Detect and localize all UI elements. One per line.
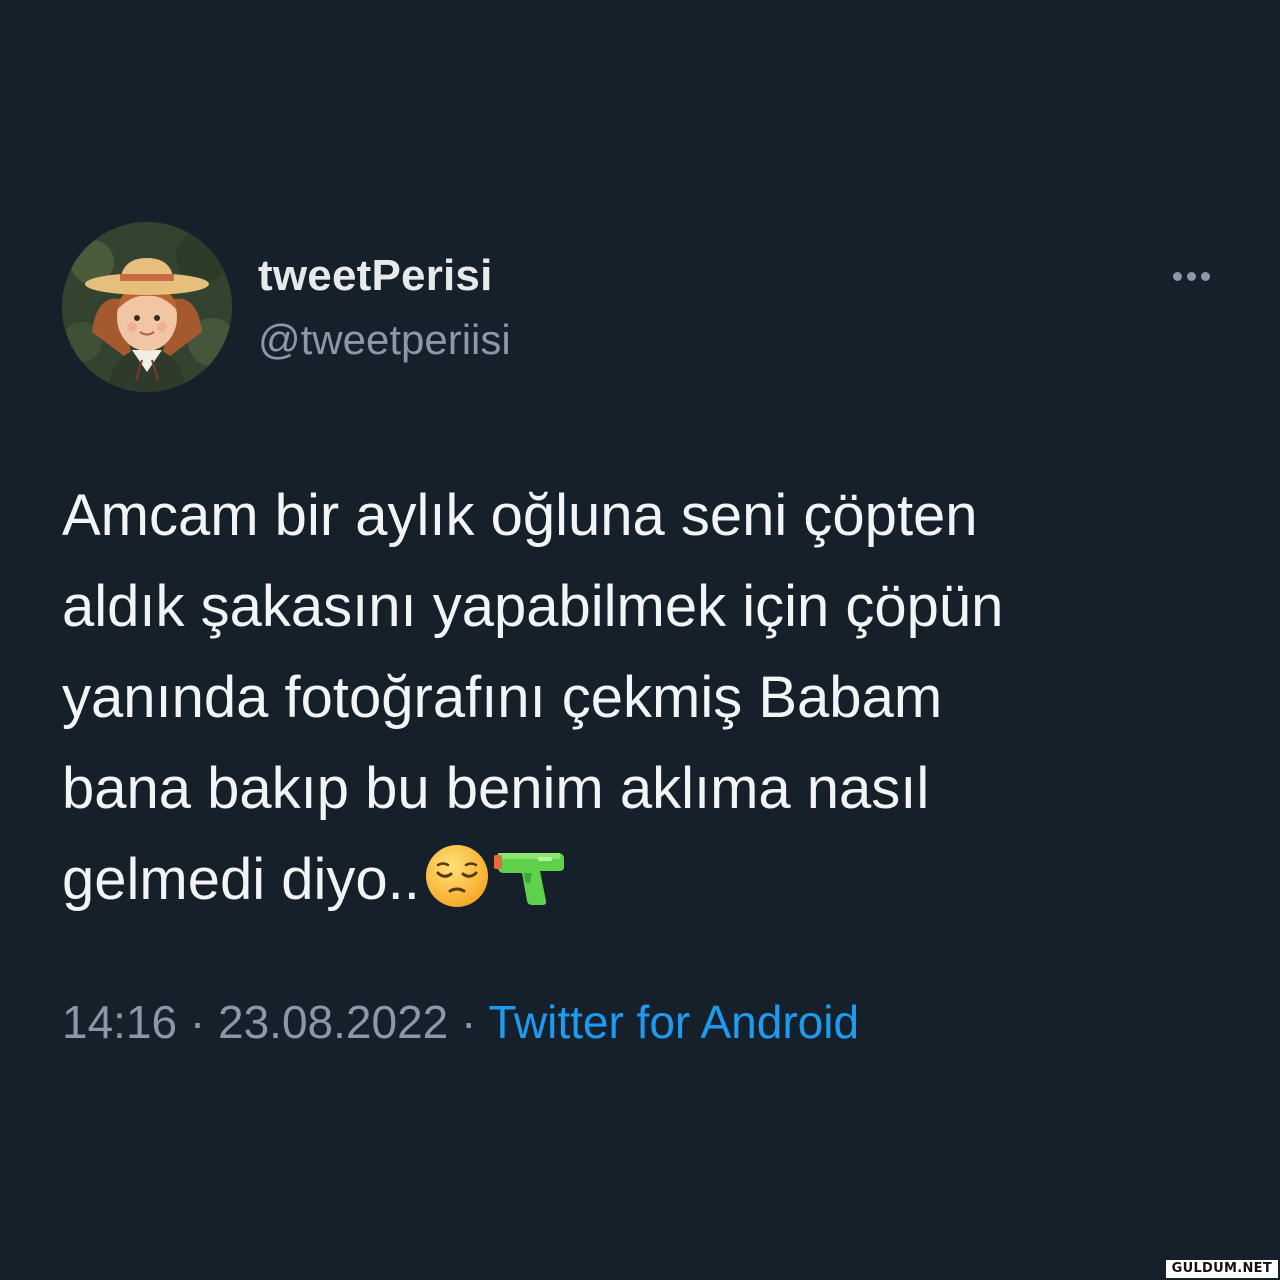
- tweet-date[interactable]: 23.08.2022: [218, 996, 448, 1048]
- tweet-text: Amcam bir aylık oğluna seni çöpten aldık…: [62, 470, 1212, 925]
- user-handle[interactable]: @tweetperiisi: [258, 312, 511, 368]
- display-name[interactable]: tweetPerisi: [258, 248, 493, 304]
- tweet-text-line: bana bakıp bu benim aklıma nasıl: [62, 756, 930, 821]
- more-dot: [1172, 271, 1182, 281]
- pensive-face-icon: [424, 843, 490, 909]
- water-pistol-icon: [493, 843, 568, 909]
- tweet-time[interactable]: 14:16: [62, 996, 177, 1048]
- tweet-text-line: aldık şakasını yapabilmek için çöpün: [62, 574, 1004, 639]
- tweet-text-line: yanında fotoğrafını çekmiş Babam: [62, 665, 943, 730]
- tweet-meta: 14:16 · 23.08.2022 · Twitter for Android: [62, 994, 859, 1050]
- meta-separator: ·: [461, 996, 477, 1048]
- more-dot: [1200, 271, 1210, 281]
- tweet-text-line: Amcam bir aylık oğluna seni çöpten: [62, 483, 978, 548]
- tweet-text-line: gelmedi diyo..: [62, 847, 420, 912]
- more-dot: [1186, 271, 1196, 281]
- tweet-text-last-line: gelmedi diyo..: [62, 834, 1212, 925]
- more-options-button[interactable]: [1162, 256, 1220, 296]
- watermark: GULDUM.NET: [1165, 1260, 1278, 1278]
- tweet-source-link[interactable]: Twitter for Android: [488, 996, 859, 1048]
- avatar[interactable]: [62, 222, 232, 392]
- meta-separator: ·: [189, 996, 206, 1048]
- tweet-card: tweetPerisi @tweetperiisi Amcam bir aylı…: [0, 0, 1280, 1280]
- avatar-illustration: [62, 222, 232, 392]
